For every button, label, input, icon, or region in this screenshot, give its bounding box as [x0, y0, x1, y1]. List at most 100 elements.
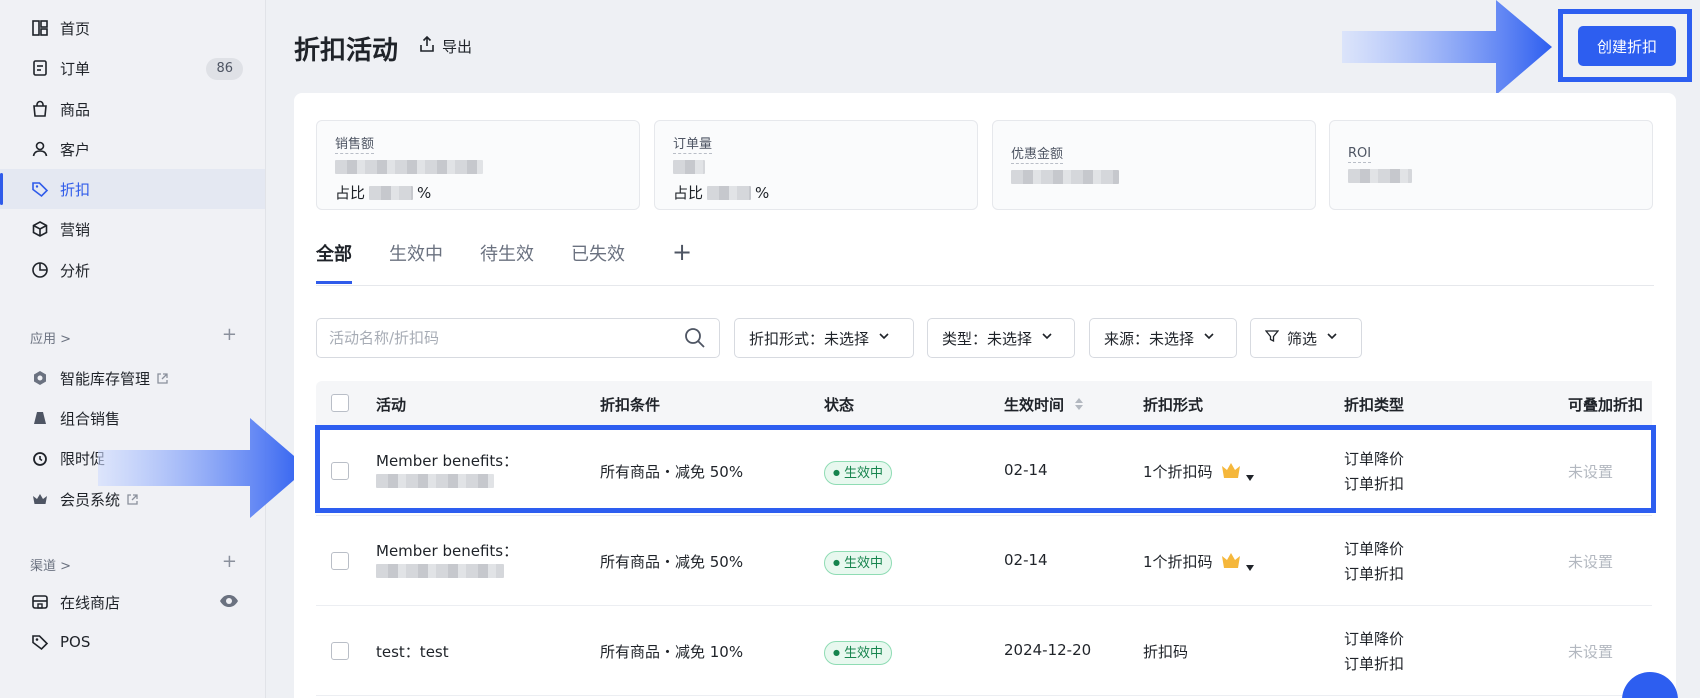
order-icon	[30, 58, 50, 78]
stackable-value: 未设置	[1568, 553, 1614, 571]
chevron-down-icon	[877, 329, 891, 347]
create-discount-button[interactable]: 创建折扣	[1578, 26, 1676, 66]
column-header: 折扣条件	[600, 396, 661, 414]
crown-icon	[1220, 551, 1242, 575]
tab-all[interactable]: 全部	[316, 240, 352, 284]
pos-icon	[30, 632, 50, 652]
row-highlight-box	[315, 425, 1656, 513]
stackable-value: 未设置	[1568, 643, 1614, 661]
activity-name[interactable]: test：test	[376, 641, 449, 662]
stat-card-discount-amount: 优惠金额	[992, 120, 1316, 210]
redacted-value	[1348, 169, 1412, 183]
caret-down-icon[interactable]	[1245, 558, 1255, 576]
table-row[interactable]: Member benefits： 所有商品・减免 50% 生效中 02-14 1…	[316, 516, 1652, 606]
more-filter-button[interactable]: 筛选	[1250, 318, 1362, 358]
add-tab-icon[interactable]: +	[672, 238, 692, 266]
bag-icon	[30, 99, 50, 119]
discount-type: 订单降价	[1344, 540, 1405, 558]
tab-pending[interactable]: 待生效	[480, 240, 534, 284]
status-badge: 生效中	[824, 551, 892, 575]
sidebar-item-marketing[interactable]: 营销	[0, 209, 265, 249]
sidebar-item-label: 在线商店	[60, 593, 121, 612]
sidebar-item-label: 分析	[60, 261, 91, 280]
chevron-down-icon	[1040, 329, 1054, 347]
tag-icon	[30, 179, 50, 199]
discount-type: 订单折扣	[1344, 565, 1405, 583]
sidebar-item-products[interactable]: 商品	[0, 89, 265, 129]
external-link-icon	[156, 372, 169, 385]
sidebar-item-label: 营销	[60, 220, 91, 239]
table-header: 活动 折扣条件 状态 生效时间 折扣形式 折扣类型 可叠加折扣	[316, 381, 1652, 426]
stat-ratio-prefix: 占比	[335, 184, 366, 202]
export-button[interactable]: 导出	[418, 35, 472, 57]
stat-ratio-suffix: %	[755, 183, 770, 202]
table-row[interactable]: test：test 所有商品・减免 10% 生效中 2024-12-20 折扣码…	[316, 606, 1652, 696]
chevron-down-icon	[1202, 329, 1216, 347]
sidebar-item-home[interactable]: 首页	[0, 8, 265, 48]
source-filter[interactable]: 来源：未选择	[1089, 318, 1237, 358]
redacted-value	[1011, 170, 1119, 184]
activity-name[interactable]: Member benefits：	[376, 540, 518, 561]
eye-icon[interactable]	[219, 593, 239, 613]
redacted-value	[376, 564, 504, 578]
page-title: 折扣活动	[294, 36, 399, 66]
filter-label: 类型：未选择	[942, 329, 1033, 348]
column-header: 折扣类型	[1344, 396, 1405, 414]
channels-group-title[interactable]: 渠道 >	[30, 555, 71, 574]
search-icon[interactable]	[684, 327, 706, 353]
redacted-value	[369, 185, 414, 200]
effective-time: 02-14	[1004, 551, 1048, 569]
clock-icon	[30, 448, 50, 468]
sidebar-item-inventory[interactable]: 智能库存管理	[0, 358, 265, 398]
stat-card-roi: ROI	[1329, 120, 1653, 210]
sidebar-item-label: 订单	[60, 59, 91, 78]
discount-form: 1个折扣码	[1143, 553, 1213, 571]
column-header[interactable]: 生效时间	[1004, 394, 1064, 415]
sidebar-item-label: 商品	[60, 100, 91, 119]
row-checkbox[interactable]	[331, 552, 349, 570]
sidebar-item-customers[interactable]: 客户	[0, 129, 265, 169]
status-badge: 生效中	[824, 641, 892, 665]
sidebar: 首页 订单 86 商品 客户 折扣 营销 分析 应用 > + 智能库存管理 组合…	[0, 0, 266, 698]
stat-label: 订单量	[673, 133, 713, 154]
sidebar-item-label: POS	[60, 633, 91, 651]
sidebar-item-discounts[interactable]: 折扣	[0, 169, 265, 209]
sidebar-item-orders[interactable]: 订单 86	[0, 48, 265, 88]
highlight-arrow-icon	[1342, 0, 1552, 95]
highlight-arrow-icon	[98, 418, 308, 518]
stat-card-orders: 订单量 占比%	[654, 120, 978, 210]
filter-funnel-icon	[1264, 329, 1280, 347]
effective-time: 2024-12-20	[1004, 641, 1092, 659]
search-input[interactable]	[316, 318, 720, 358]
stat-label: 销售额	[335, 133, 375, 154]
column-header: 状态	[824, 396, 855, 414]
tab-active[interactable]: 生效中	[389, 240, 443, 284]
add-channel-icon[interactable]: +	[222, 551, 237, 572]
sidebar-item-analytics[interactable]: 分析	[0, 250, 265, 290]
discount-form-filter[interactable]: 折扣形式：未选择	[734, 318, 914, 358]
order-count-badge: 86	[206, 58, 243, 80]
redacted-value	[673, 160, 705, 174]
filter-label: 筛选	[1287, 329, 1318, 348]
stat-ratio-suffix: %	[417, 183, 432, 202]
user-icon	[30, 139, 50, 159]
dashboard-icon	[30, 18, 50, 38]
sort-icon[interactable]	[1074, 396, 1084, 416]
column-header: 活动	[376, 396, 407, 414]
apps-group-title[interactable]: 应用 >	[30, 328, 71, 347]
sidebar-item-label: 智能库存管理	[60, 369, 151, 388]
stat-label: 优惠金额	[1011, 143, 1064, 164]
sidebar-item-label: 客户	[60, 140, 91, 159]
add-app-icon[interactable]: +	[222, 324, 237, 345]
type-filter[interactable]: 类型：未选择	[927, 318, 1075, 358]
sidebar-item-online-store[interactable]: 在线商店	[0, 582, 265, 622]
row-checkbox[interactable]	[331, 642, 349, 660]
tab-expired[interactable]: 已失效	[571, 240, 625, 284]
filter-label: 折扣形式：未选择	[749, 329, 870, 348]
pie-icon	[30, 260, 50, 280]
crown-icon	[30, 489, 50, 509]
discount-type: 订单降价	[1344, 630, 1405, 648]
select-all-checkbox[interactable]	[331, 394, 349, 412]
redacted-value	[335, 160, 483, 174]
sidebar-item-pos[interactable]: POS	[0, 622, 265, 662]
